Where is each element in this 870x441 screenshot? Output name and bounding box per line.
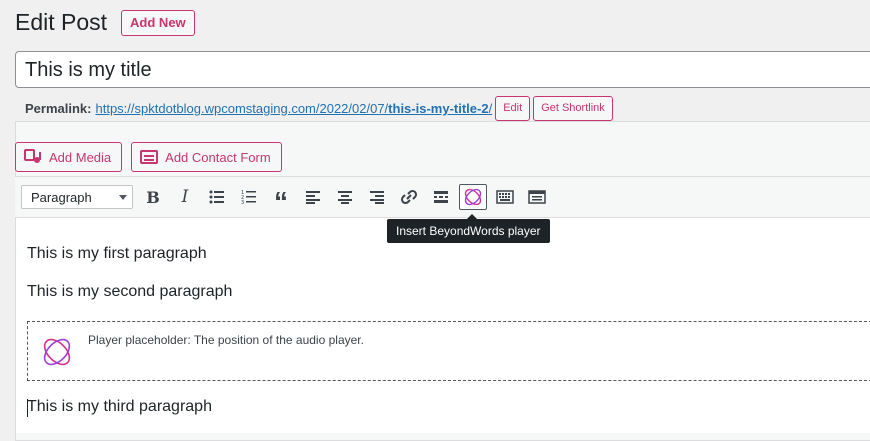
bulleted-list-icon — [209, 190, 224, 204]
add-contact-form-button[interactable]: Add Contact Form — [131, 142, 282, 172]
bulleted-list-button[interactable] — [203, 184, 231, 210]
editor-content[interactable]: This is my first paragraph This is my se… — [15, 218, 870, 433]
beyondwords-placeholder-icon — [43, 338, 71, 366]
link-button[interactable] — [395, 184, 423, 210]
paragraph-3: This is my third paragraph — [27, 398, 212, 415]
paragraph-2: This is my second paragraph — [27, 283, 233, 300]
align-left-button[interactable] — [299, 184, 327, 210]
paragraph-1: This is my first paragraph — [27, 245, 207, 262]
italic-icon: I — [181, 187, 189, 207]
permalink-label: Permalink: — [25, 101, 92, 116]
align-right-button[interactable] — [363, 184, 391, 210]
keyboard-icon — [496, 190, 514, 204]
player-placeholder-text: Player placeholder: The position of the … — [88, 333, 364, 347]
bold-icon: B — [146, 187, 160, 207]
format-select-value: Paragraph — [31, 189, 92, 205]
chevron-down-icon — [119, 194, 127, 200]
italic-button[interactable]: I — [171, 184, 199, 210]
format-select[interactable]: Paragraph — [21, 185, 133, 209]
page-title: Edit Post — [15, 9, 108, 35]
beyondwords-icon — [464, 188, 482, 206]
svg-text:3: 3 — [241, 200, 244, 204]
contact-form-toolbar-button[interactable] — [523, 184, 551, 210]
contact-form-icon — [140, 150, 159, 164]
numbered-list-icon: 1 2 3 — [241, 190, 256, 204]
add-media-label: Add Media — [49, 149, 112, 165]
toolbar-toggle-button[interactable] — [491, 184, 519, 210]
media-buttons: Add Media Add Contact Form — [15, 142, 291, 172]
permalink-bar: Permalink: https://spktdotblog.wpcomstag… — [25, 96, 613, 121]
align-right-icon — [370, 191, 384, 204]
blockquote-button[interactable]: “ — [267, 184, 295, 217]
permalink-link[interactable]: https://spktdotblog.wpcomstaging.com/202… — [95, 101, 492, 116]
link-icon — [400, 189, 418, 205]
form-icon — [528, 190, 546, 204]
add-new-button[interactable]: Add New — [121, 9, 195, 36]
numbered-list-button[interactable]: 1 2 3 — [235, 184, 263, 210]
align-center-button[interactable] — [331, 184, 359, 210]
page-header: Edit Post Add New — [15, 8, 195, 37]
media-icon — [24, 149, 41, 163]
post-title-input[interactable]: This is my title — [15, 51, 870, 88]
beyondwords-tooltip: Insert BeyondWords player — [387, 214, 550, 243]
permalink-url-base: https://spktdotblog.wpcomstaging.com/202… — [95, 101, 389, 116]
permalink-url-trail: / — [488, 101, 493, 116]
bold-button[interactable]: B — [139, 184, 167, 210]
align-left-icon — [306, 191, 320, 204]
add-media-button[interactable]: Add Media — [15, 142, 123, 172]
permalink-slug: this-is-my-title-2 — [388, 101, 489, 116]
blockquote-icon: “ — [274, 186, 288, 217]
read-more-icon — [434, 191, 448, 203]
editor-toolbar: Paragraph B I 1 2 3 “ — [15, 176, 870, 218]
add-contact-form-label: Add Contact Form — [165, 149, 271, 165]
player-placeholder[interactable]: Player placeholder: The position of the … — [27, 321, 870, 381]
get-shortlink-button[interactable]: Get Shortlink — [533, 96, 613, 121]
read-more-button[interactable] — [427, 184, 455, 210]
insert-beyondwords-player-button[interactable] — [459, 184, 487, 210]
align-center-icon — [338, 191, 352, 204]
edit-permalink-button[interactable]: Edit — [495, 96, 531, 121]
